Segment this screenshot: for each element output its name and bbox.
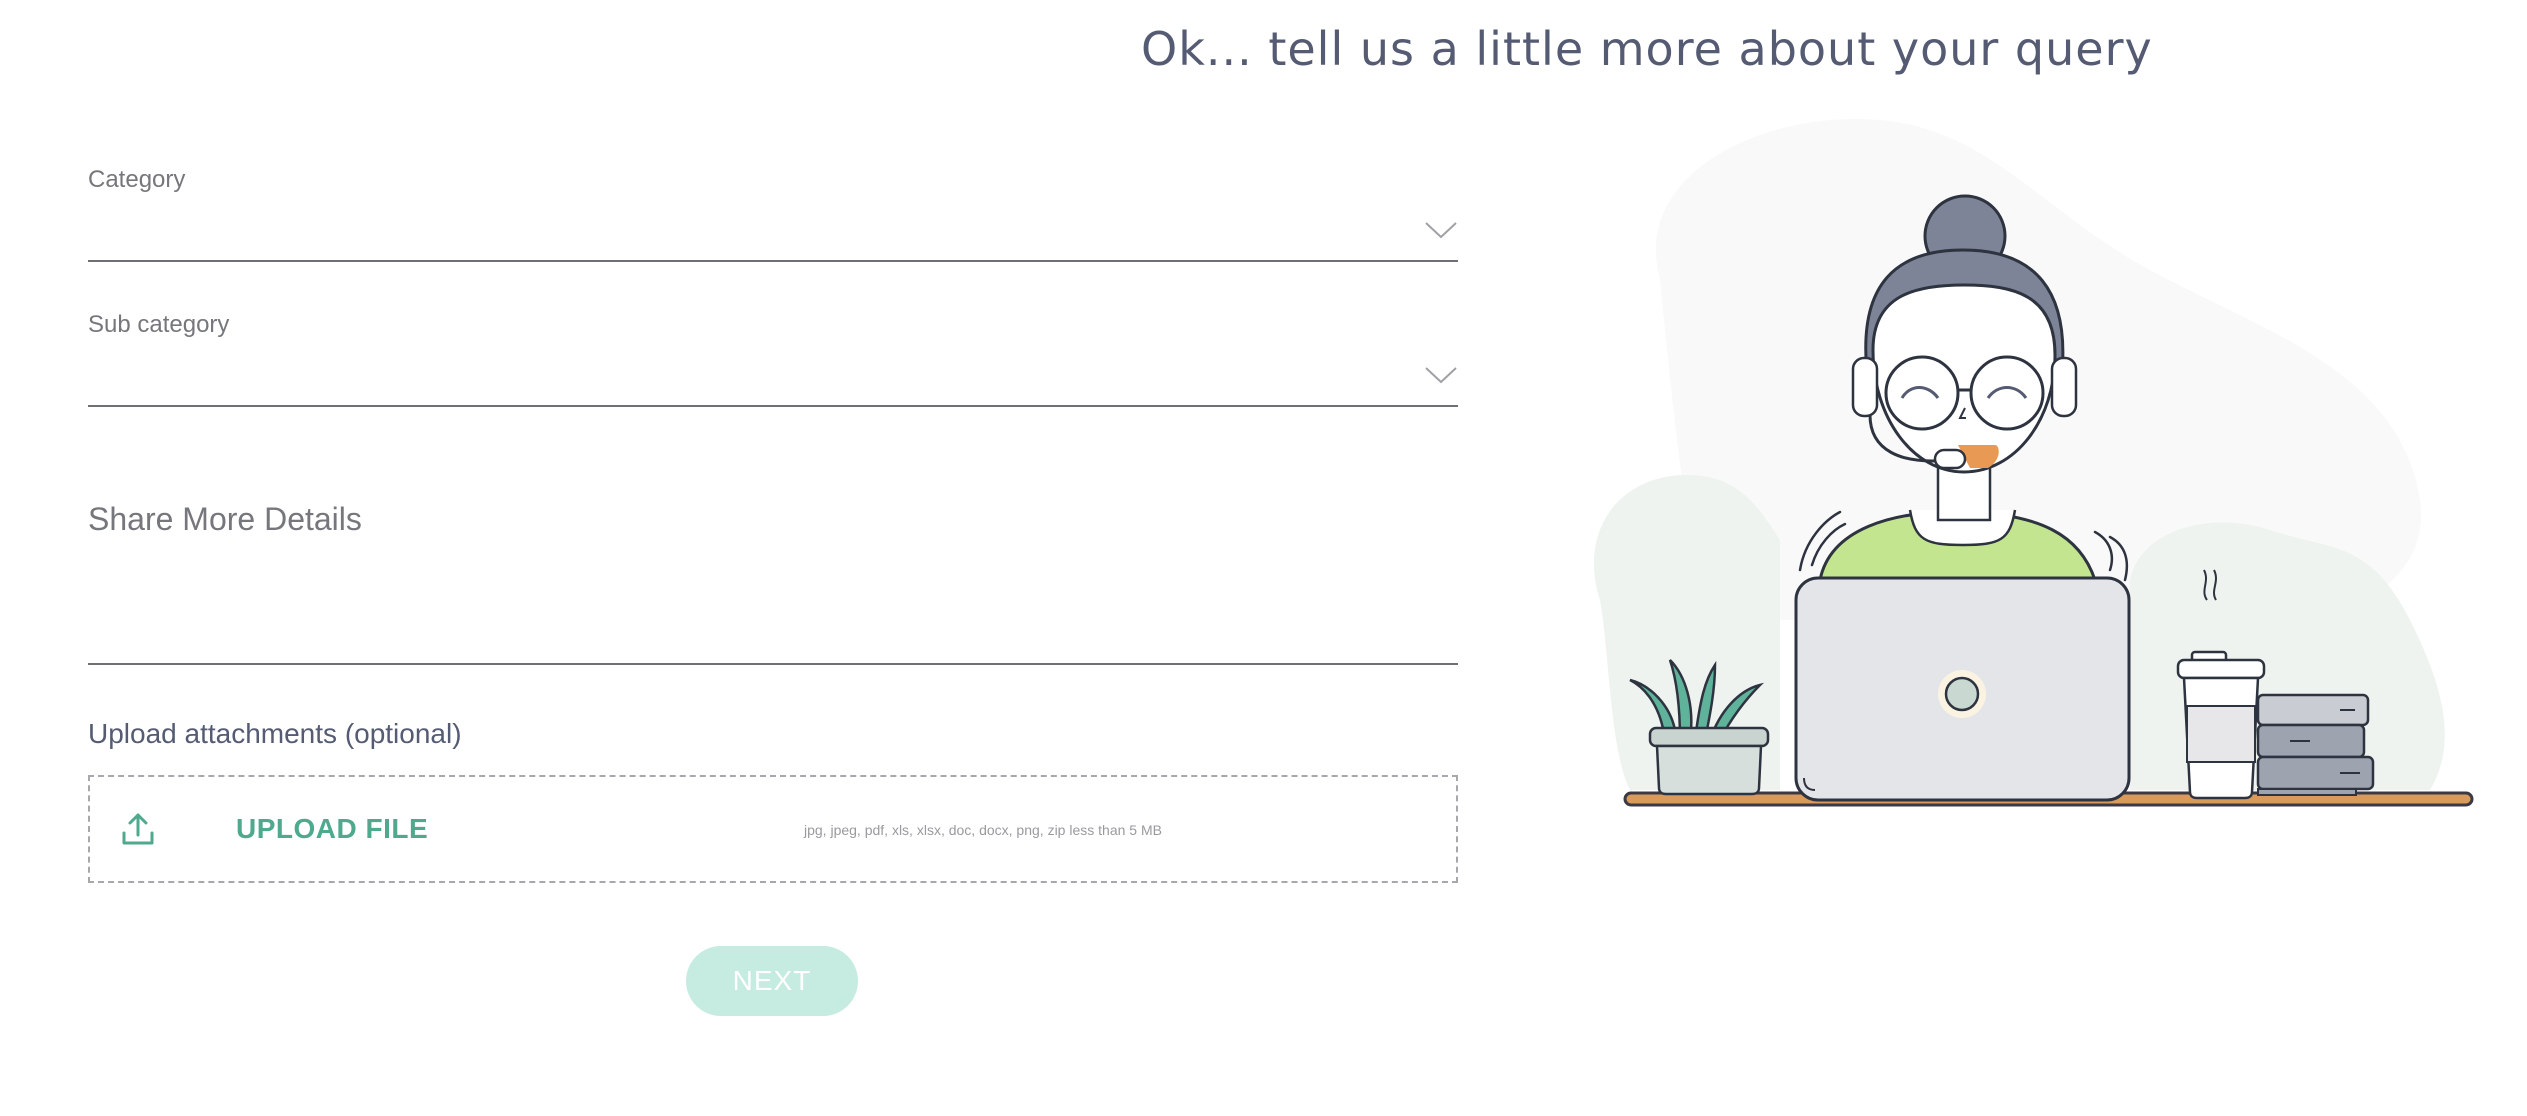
details-underline xyxy=(88,663,1458,665)
page-title: Ok... tell us a little more about your q… xyxy=(1141,22,2153,76)
subcategory-dropdown[interactable]: Sub category xyxy=(88,305,1458,407)
headset-ear xyxy=(2050,356,2078,418)
category-label: Category xyxy=(88,166,186,193)
headset-ear xyxy=(1851,356,1879,418)
support-agent-illustration xyxy=(1593,118,2474,807)
chevron-down-icon[interactable] xyxy=(1424,220,1458,240)
upload-icon[interactable] xyxy=(120,811,156,847)
upload-file-button[interactable]: UPLOAD FILE xyxy=(236,813,428,845)
subcategory-underline xyxy=(88,405,1458,407)
details-textarea[interactable]: Share More Details xyxy=(88,495,1458,665)
books-stack-icon xyxy=(2256,693,2375,796)
upload-dropzone[interactable]: UPLOAD FILE jpg, jpeg, pdf, xls, xlsx, d… xyxy=(88,775,1458,883)
category-underline xyxy=(88,260,1458,262)
details-label: Share More Details xyxy=(88,501,362,537)
subcategory-label: Sub category xyxy=(88,311,230,338)
category-dropdown[interactable]: Category xyxy=(88,160,1458,262)
upload-label: Upload attachments (optional) xyxy=(88,718,462,749)
chevron-down-icon[interactable] xyxy=(1424,365,1458,385)
next-button[interactable]: NEXT xyxy=(686,946,858,1016)
laptop-icon xyxy=(1794,576,2131,802)
upload-hint: jpg, jpeg, pdf, xls, xlsx, doc, docx, pn… xyxy=(804,822,1162,838)
